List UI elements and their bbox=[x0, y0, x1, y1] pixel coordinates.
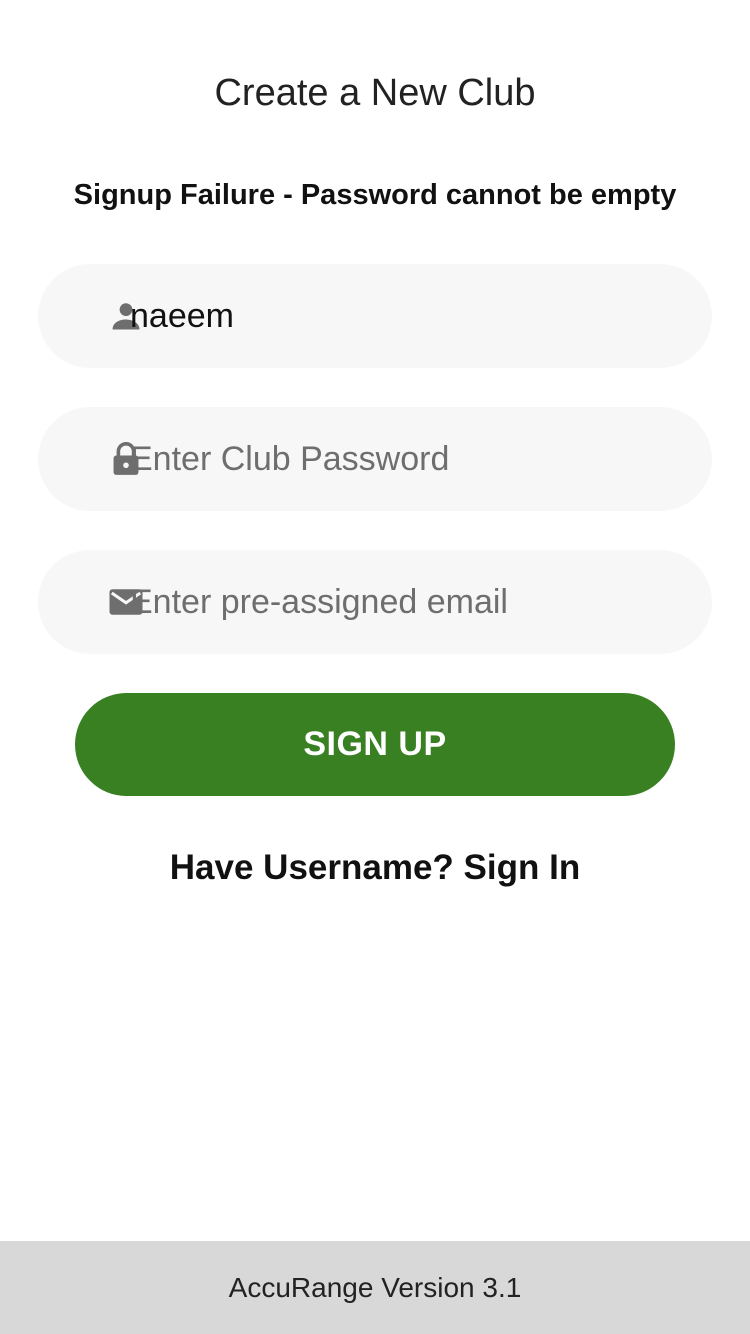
email-input[interactable] bbox=[130, 550, 672, 654]
footer-bar: AccuRange Version 3.1 bbox=[0, 1241, 750, 1334]
username-field[interactable] bbox=[38, 264, 712, 368]
page-title: Create a New Club bbox=[214, 72, 536, 114]
password-input[interactable] bbox=[130, 407, 672, 511]
error-message: Signup Failure - Password cannot be empt… bbox=[73, 179, 677, 211]
version-text: AccuRange Version 3.1 bbox=[228, 1271, 522, 1303]
email-field[interactable] bbox=[38, 550, 712, 654]
sign-up-button[interactable]: SIGN UP bbox=[75, 693, 675, 796]
password-field[interactable] bbox=[38, 407, 712, 511]
username-input[interactable] bbox=[130, 264, 672, 368]
signup-screen: Create a New Club Signup Failure - Passw… bbox=[0, 0, 750, 1334]
sign-in-link[interactable]: Have Username? Sign In bbox=[0, 848, 750, 888]
